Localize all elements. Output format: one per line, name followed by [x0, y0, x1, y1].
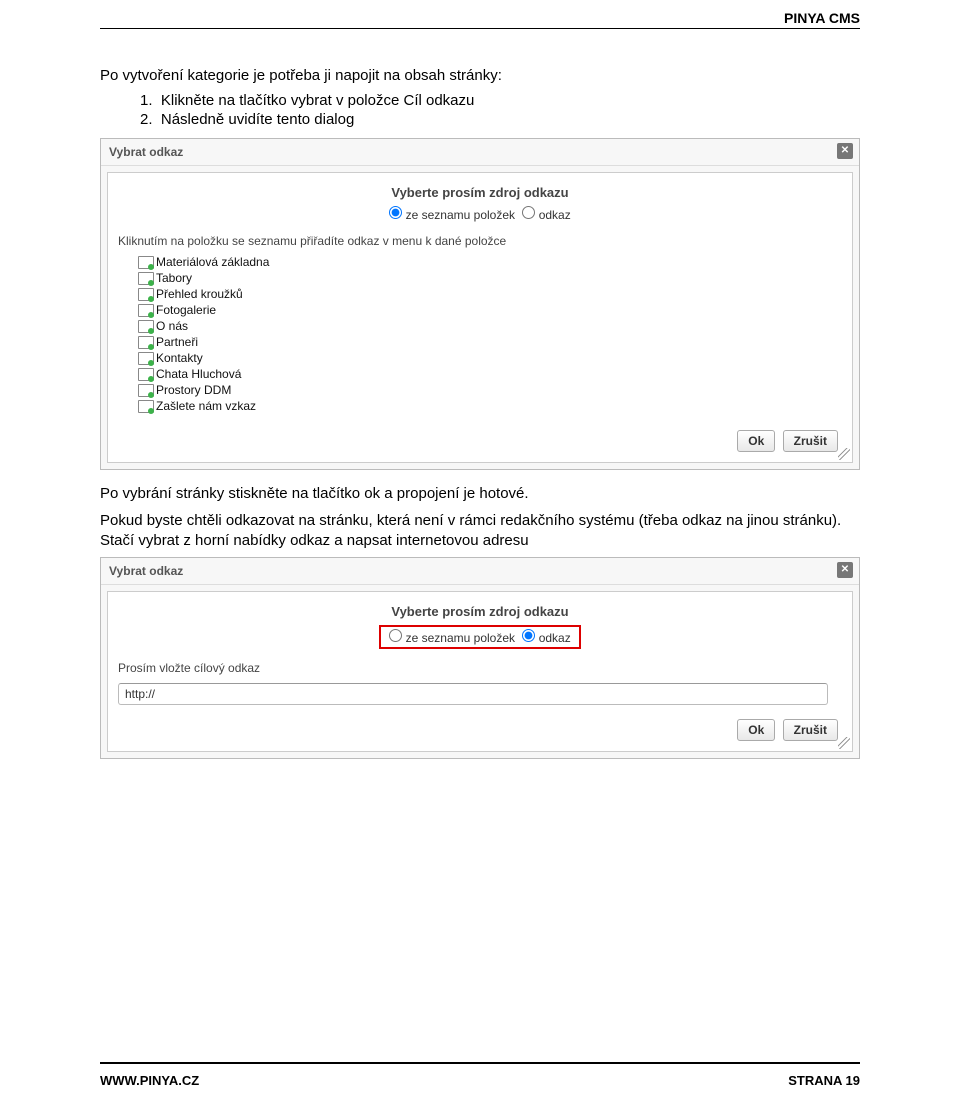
page-icon — [138, 304, 152, 316]
list-item[interactable]: Chata Hluchová — [138, 366, 842, 382]
radio-link-input[interactable] — [522, 206, 535, 219]
page-icon — [138, 272, 152, 284]
header-rule — [100, 28, 860, 29]
radio-from-list-input[interactable] — [389, 629, 402, 642]
cancel-button[interactable]: Zrušit — [783, 719, 838, 741]
list-item[interactable]: Fotogalerie — [138, 302, 842, 318]
close-icon[interactable]: ✕ — [837, 143, 853, 159]
radio-link[interactable]: odkaz — [522, 631, 570, 645]
list-item[interactable]: Tabory — [138, 270, 842, 286]
page-header-title: PINYA CMS — [784, 10, 860, 26]
radio-group-source: ze seznamu položek odkaz — [118, 206, 842, 222]
close-icon[interactable]: ✕ — [837, 562, 853, 578]
page-icon — [138, 368, 152, 380]
dialog-button-row: Ok Zrušit — [118, 424, 842, 454]
page-icon — [138, 320, 152, 332]
intro-text: Po vytvoření kategorie je potřeba ji nap… — [100, 66, 860, 86]
dialog-heading: Vyberte prosím zdroj odkazu — [118, 604, 842, 619]
cancel-button[interactable]: Zrušit — [783, 430, 838, 452]
page-icon — [138, 288, 152, 300]
radio-link-input[interactable] — [522, 629, 535, 642]
resize-grip-icon[interactable] — [838, 448, 850, 460]
dialog-title: Vybrat odkaz ✕ — [101, 139, 859, 166]
step-2: 2. Následně uvidíte tento dialog — [140, 111, 860, 128]
url-input[interactable] — [118, 683, 828, 705]
ok-button[interactable]: Ok — [737, 430, 775, 452]
radio-from-list[interactable]: ze seznamu položek — [389, 208, 518, 222]
radio-from-list[interactable]: ze seznamu položek — [389, 631, 518, 645]
steps-list: 1. Klikněte na tlačítko vybrat v položce… — [100, 92, 860, 128]
list-item[interactable]: Partneři — [138, 334, 842, 350]
list-item[interactable]: Materiálová základna — [138, 254, 842, 270]
page-icon — [138, 336, 152, 348]
dialog-instruction: Kliknutím na položku se seznamu přiřadít… — [118, 234, 842, 248]
footer-right: STRANA 19 — [788, 1073, 860, 1088]
radio-from-list-input[interactable] — [389, 206, 402, 219]
dialog-select-link-2: Vybrat odkaz ✕ Vyberte prosím zdroj odka… — [100, 557, 860, 759]
resize-grip-icon[interactable] — [838, 737, 850, 749]
step-1: 1. Klikněte na tlačítko vybrat v položce… — [140, 92, 860, 109]
dialog-select-link-1: Vybrat odkaz ✕ Vyberte prosím zdroj odka… — [100, 138, 860, 470]
footer: WWW.PINYA.CZ STRANA 19 — [100, 1073, 860, 1088]
page-icon — [138, 384, 152, 396]
page-icon — [138, 352, 152, 364]
paragraph-external-link: Pokud byste chtěli odkazovat na stránku,… — [100, 511, 860, 552]
highlighted-radio-group: ze seznamu položek odkaz — [379, 625, 580, 649]
list-item[interactable]: O nás — [138, 318, 842, 334]
list-item[interactable]: Přehled kroužků — [138, 286, 842, 302]
page-icon — [138, 400, 152, 412]
paragraph-after-select: Po vybrání stránky stiskněte na tlačítko… — [100, 484, 860, 504]
dialog-title: Vybrat odkaz ✕ — [101, 558, 859, 585]
radio-link[interactable]: odkaz — [522, 208, 570, 222]
radio-group-source: ze seznamu položek odkaz — [118, 625, 842, 649]
item-tree: Materiálová základna Tabory Přehled krou… — [118, 254, 842, 414]
url-label: Prosím vložte cílový odkaz — [118, 661, 842, 675]
dialog-button-row: Ok Zrušit — [118, 713, 842, 743]
list-item[interactable]: Prostory DDM — [138, 382, 842, 398]
list-item[interactable]: Kontakty — [138, 350, 842, 366]
list-item[interactable]: Zašlete nám vzkaz — [138, 398, 842, 414]
footer-rule — [100, 1062, 860, 1066]
footer-left: WWW.PINYA.CZ — [100, 1073, 199, 1088]
page-icon — [138, 256, 152, 268]
dialog-heading: Vyberte prosím zdroj odkazu — [118, 185, 842, 200]
ok-button[interactable]: Ok — [737, 719, 775, 741]
